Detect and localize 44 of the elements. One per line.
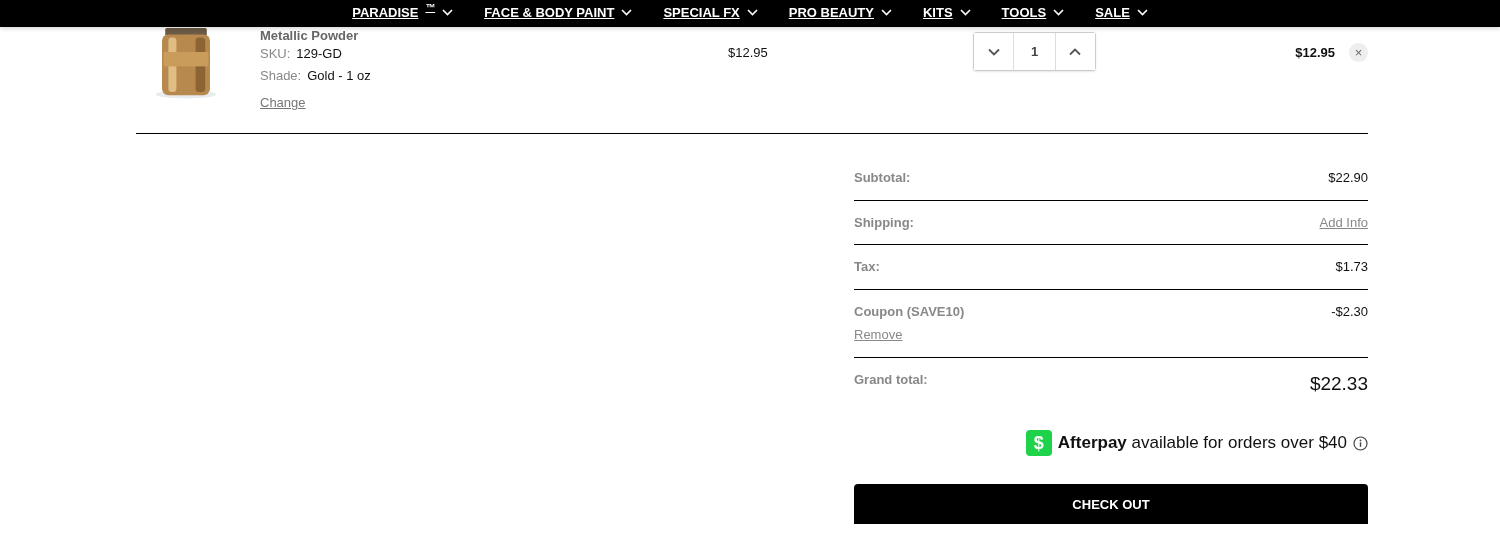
nav-link[interactable]: PARADISE$^{™}$: [352, 3, 454, 23]
remove-button[interactable]: ×: [1349, 43, 1368, 62]
detail-value: Gold - 1 oz: [307, 67, 371, 86]
nav-link[interactable]: KITS: [923, 3, 971, 23]
unit-price: $12.95: [728, 45, 768, 60]
add-info-link[interactable]: Add Info: [1319, 212, 1368, 232]
nav-link[interactable]: FACE & BODY PAINT: [484, 3, 633, 23]
afterpay-message: Afterpay available for orders over $40: [1057, 432, 1347, 455]
summary-label: Grand total:: [854, 371, 928, 387]
afterpay-icon: $: [1025, 430, 1052, 456]
chevron-down-icon: [1136, 9, 1148, 17]
chevron-down-icon: [746, 9, 758, 17]
chevron-down-icon: [959, 9, 971, 17]
increase-button[interactable]: [1055, 33, 1095, 70]
remove-coupon-link[interactable]: Remove: [854, 325, 965, 345]
summary-label: Subtotal:: [854, 170, 911, 185]
summary-value: $1.73: [1335, 258, 1368, 276]
chevron-down-icon: [987, 47, 1000, 56]
quantity-field[interactable]: 1: [1013, 33, 1056, 70]
change-link[interactable]: Change: [260, 93, 306, 113]
nav-link[interactable]: PRO BEAUTY: [788, 3, 892, 23]
summary-label: Shipping:: [854, 214, 914, 230]
decrease-button[interactable]: [974, 33, 1014, 70]
nav-link[interactable]: SALE: [1095, 3, 1148, 23]
summary-label: Tax:: [854, 259, 880, 274]
summary-label: Coupon (SAVE10): [854, 303, 965, 319]
checkout-button[interactable]: CHECK OUT: [854, 484, 1368, 524]
chevron-up-icon: [1069, 47, 1082, 56]
product-name[interactable]: Metallic Powder: [260, 28, 728, 43]
detail-label: Shade:: [260, 67, 302, 86]
chevron-down-icon: [442, 9, 454, 17]
info-icon[interactable]: [1353, 435, 1368, 451]
chevron-down-icon: [621, 9, 633, 17]
discount-value: -$2.30: [1331, 302, 1368, 321]
chevron-down-icon: [881, 9, 892, 17]
detail-label: SKU:: [260, 45, 291, 64]
grand-total-value: $22.33: [1309, 371, 1368, 396]
detail-value: 129-GD: [296, 45, 342, 64]
chevron-down-icon: [1053, 9, 1065, 17]
quantity-stepper[interactable]: 1: [973, 32, 1096, 71]
line-total: $12.95: [1295, 44, 1335, 62]
nav-link[interactable]: TOOLS: [1001, 3, 1065, 23]
summary-value: $22.90: [1328, 169, 1368, 187]
nav-link[interactable]: SPECIAL FX: [663, 3, 758, 23]
